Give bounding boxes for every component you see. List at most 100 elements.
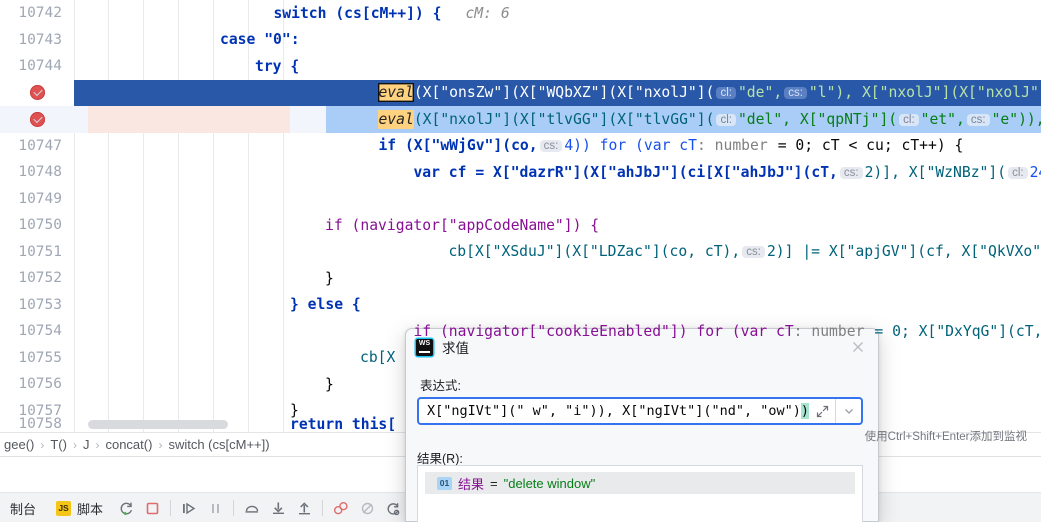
expression-value[interactable]: X["ngIVt"](" w", "i")), X["ngIVt"]("nd",…: [419, 403, 809, 419]
restore-layout-icon[interactable]: [380, 493, 406, 522]
step-into-icon[interactable]: [265, 493, 291, 522]
breadcrumb-item[interactable]: switch (cs[cM++]): [166, 437, 271, 452]
code-line-content[interactable]: switch (cs[cM++]) {cM: 6: [74, 0, 1041, 27]
code-line-row-executing[interactable]: eval(X["nxolJ"](X["tlvGG"](X["tlvGG"](cl…: [0, 106, 1041, 133]
type-hint: : number: [696, 137, 768, 155]
view-breakpoints-icon[interactable]: [354, 493, 380, 522]
breadcrumb-item[interactable]: gee(): [2, 437, 36, 452]
breakpoint-gutter[interactable]: [0, 79, 74, 106]
code-token: if (navigator["cookieEnabled"]) for (var…: [413, 322, 794, 340]
code-line-row[interactable]: 10752 }: [0, 265, 1041, 292]
code-line-content[interactable]: eval(X["onsZw"](X["WQbXZ"](X["nxolJ"](cl…: [74, 80, 1041, 107]
code-token: 4)) for (var cT: [564, 137, 697, 155]
rerun-icon[interactable]: [113, 493, 139, 522]
code-token: } else {: [290, 296, 361, 314]
line-number: 10743: [18, 31, 62, 48]
eval-token: eval: [378, 83, 414, 103]
toolbar-separator: [170, 500, 172, 516]
code-token: }: [325, 375, 334, 393]
tab-console[interactable]: 制台: [0, 493, 46, 522]
code-line-content[interactable]: if (navigator["appCodeName"]) {: [74, 212, 1041, 239]
code-token: case "0":: [220, 31, 300, 49]
code-line-content[interactable]: try {: [74, 53, 1041, 80]
inline-param-hint: cs:: [784, 87, 807, 100]
expression-input[interactable]: X["ngIVt"](" w", "i")), X["ngIVt"]("nd",…: [417, 397, 863, 425]
code-token: = 0; cT < cu; cT++) {: [777, 137, 964, 155]
breadcrumb-separator: ›: [158, 437, 163, 452]
code-line-row[interactable]: 10749: [0, 186, 1041, 213]
tab-console-label: 制台: [10, 501, 37, 517]
code-token: 2)] |= X["apjGV"](cf, X["QkVXo"](: [766, 243, 1041, 261]
chevron-down-icon[interactable]: [835, 399, 861, 423]
inline-param-hint: cs:: [839, 166, 863, 179]
code-line-content[interactable]: cb[X["XSduJ"](X["LDZac"](co, cT), cs: 2)] …: [74, 239, 1041, 266]
code-line-content[interactable]: if (navigator["cookieEnabled"]) for (var…: [74, 318, 1041, 345]
code-token: cb[X: [360, 349, 396, 367]
inline-param-hint: cs:: [539, 140, 563, 153]
code-line-content[interactable]: if (X["wWjGv"](co, cs: 4)) for (var cT: nu…: [74, 133, 1041, 160]
breadcrumb-separator: ›: [95, 437, 100, 452]
breakpoint-icon[interactable]: [29, 85, 45, 101]
breakpoint-icon[interactable]: [29, 111, 45, 127]
code-line-row[interactable]: 10742 switch (cs[cM++]) {cM: 6: [0, 0, 1041, 27]
code-line-row-selected[interactable]: eval(X["onsZw"](X["WQbXZ"](X["nxolJ"](cl…: [0, 79, 1041, 107]
code-line-row[interactable]: 10748 var cf = X["dazrR"](X["ahJbJ"](ci[…: [0, 159, 1041, 186]
pause-icon[interactable]: [202, 493, 228, 522]
code-token: "et",: [920, 110, 965, 128]
inline-param-hint: cl:: [716, 87, 736, 100]
toolbar-separator: [233, 500, 235, 516]
code-line-row[interactable]: 10743 case "0":: [0, 27, 1041, 54]
line-number: 10749: [18, 190, 62, 207]
code-line-content[interactable]: } else {: [74, 292, 1041, 319]
ide-window: 10742 switch (cs[cM++]) {cM: 6 10743 cas…: [0, 0, 1041, 522]
mute-breakpoints-icon[interactable]: [328, 493, 354, 522]
breadcrumb-item[interactable]: T(): [48, 437, 69, 452]
code-token: = 0; X["DxYqG"](cT, cu); cT: [874, 322, 1041, 340]
code-token: }: [325, 269, 334, 287]
inline-param-hint: cl:: [899, 113, 919, 126]
code-line-content[interactable]: }: [74, 265, 1041, 292]
inline-param-hint: cs:: [742, 246, 765, 259]
code-token: switch (cs[cM++]) {: [273, 4, 442, 22]
code-token: if (navigator["appCodeName"]) {: [325, 216, 600, 234]
inline-param-hint: cs:: [966, 113, 990, 126]
tab-scripts[interactable]: JS 脚本: [46, 493, 113, 522]
code-token: if (X["wWjGv"](co,: [378, 137, 538, 155]
result-value: "delete window": [503, 475, 596, 491]
code-line-row[interactable]: 10747 if (X["wWjGv"](co, cs: 4)) for (var …: [0, 133, 1041, 160]
result-panel[interactable]: 01 结果 = "delete window": [417, 465, 863, 522]
stop-icon[interactable]: [139, 493, 165, 522]
code-line-content[interactable]: case "0":: [74, 27, 1041, 54]
breadcrumb-item[interactable]: J: [81, 437, 92, 452]
step-out-icon[interactable]: [291, 493, 317, 522]
code-line-content[interactable]: var cf = X["dazrR"](X["ahJbJ"](ci[X["ahJ…: [74, 159, 1041, 186]
expression-selection: ): [800, 403, 809, 419]
expression-label: 表达式:: [420, 379, 461, 393]
line-number: 10751: [18, 243, 62, 260]
code-line-row[interactable]: 10750 if (navigator["appCodeName"]) {: [0, 212, 1041, 239]
expand-icon[interactable]: [809, 399, 835, 423]
result-row[interactable]: 01 结果 = "delete window": [425, 472, 855, 494]
code-token: "del", X["qpNTj"](: [737, 110, 898, 128]
step-over-icon[interactable]: [239, 493, 265, 522]
code-token: cb[X["XSduJ"](X["LDZac"](co, cT),: [448, 243, 741, 261]
code-line-row[interactable]: 10753 } else {: [0, 292, 1041, 319]
line-number: 10744: [18, 58, 62, 75]
line-number: 10758: [18, 416, 62, 432]
code-line-content[interactable]: [74, 186, 1041, 213]
code-line-row[interactable]: 10754 if (navigator["cookieEnabled"]) fo…: [0, 318, 1041, 345]
result-equals: =: [490, 475, 498, 491]
code-token: 2)], X["WzNBz"](: [864, 163, 1007, 181]
line-number: 10753: [18, 296, 62, 313]
breakpoint-gutter[interactable]: [0, 106, 74, 133]
code-line-row[interactable]: 10751 cb[X["XSduJ"](X["LDZac"](co, cT), c…: [0, 239, 1041, 266]
line-number: 10755: [18, 349, 62, 366]
code-token: return this[: [290, 415, 397, 432]
resume-icon[interactable]: [176, 493, 202, 522]
editor-horizontal-scrollbar[interactable]: [88, 420, 228, 429]
breadcrumb-item[interactable]: concat(): [103, 437, 154, 452]
code-line-row[interactable]: 10744 try {: [0, 53, 1041, 80]
code-token: (X["onsZw"](X["WQbXZ"](X["nxolJ"](: [413, 84, 715, 102]
code-line-content[interactable]: eval(X["nxolJ"](X["tlvGG"](X["tlvGG"](cl…: [74, 106, 1041, 133]
code-token: (X["nxolJ"](X["tlvGG"](X["tlvGG"](: [413, 110, 715, 128]
